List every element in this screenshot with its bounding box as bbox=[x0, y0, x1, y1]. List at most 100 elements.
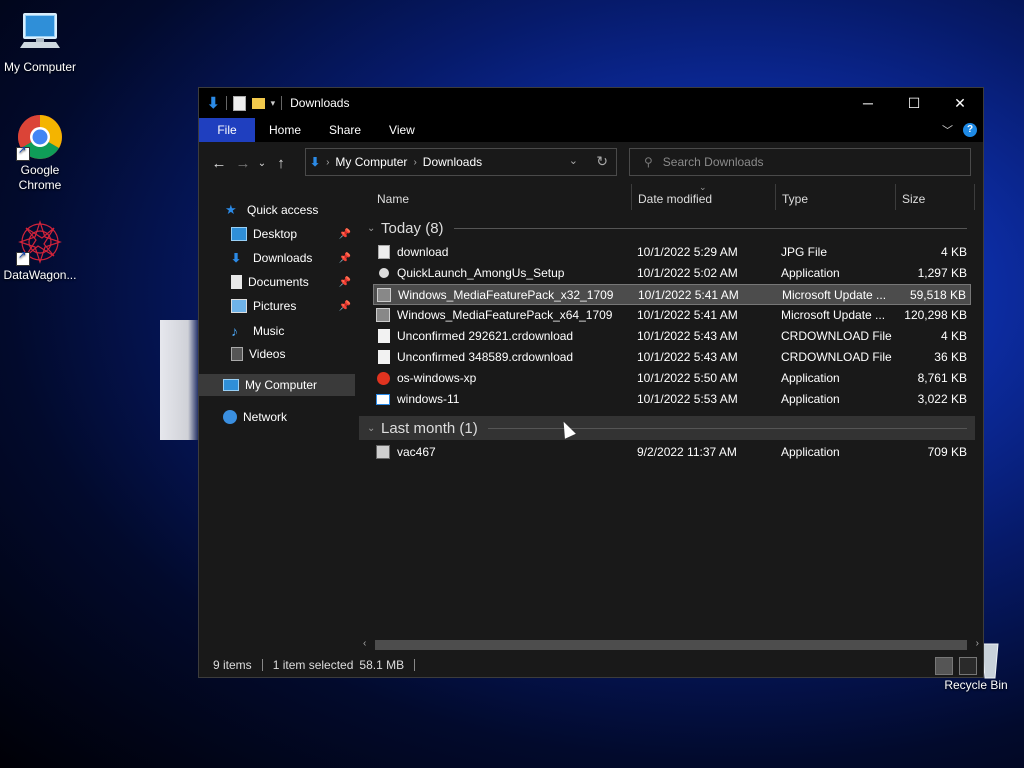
horizontal-scrollbar[interactable]: ‹ › bbox=[359, 637, 983, 653]
pin-icon[interactable]: 📌 bbox=[339, 253, 351, 264]
status-selection: 1 item selected bbox=[272, 658, 354, 672]
desktop-icon-my-computer[interactable]: My Computer bbox=[0, 10, 80, 75]
tab-home[interactable]: Home bbox=[255, 118, 315, 142]
file-explorer-window: ⬇ ▾ Downloads ─ ☐ ✕ File Home Share View… bbox=[198, 87, 984, 678]
file-type: Application bbox=[781, 266, 840, 280]
group-header-today[interactable]: ⌄ Today (8) bbox=[359, 216, 975, 240]
computer-icon bbox=[16, 10, 64, 58]
star-icon: ★ bbox=[225, 202, 237, 217]
desktop-icon-google-chrome[interactable]: Google Chrome bbox=[0, 113, 80, 193]
nav-item-documents[interactable]: Documents 📌 bbox=[231, 271, 355, 293]
file-row[interactable]: Unconfirmed 292621.crdownload 10/1/2022 … bbox=[373, 326, 971, 347]
group-header-last-month[interactable]: ⌄ Last month (1) bbox=[359, 416, 975, 440]
file-name: Unconfirmed 348589.crdownload bbox=[397, 350, 574, 364]
desktop-icon-datawagon[interactable]: DataWagon... bbox=[0, 218, 80, 283]
pin-icon[interactable]: 📌 bbox=[339, 301, 351, 312]
status-divider bbox=[414, 659, 416, 671]
vertical-scrollbar[interactable] bbox=[975, 184, 983, 637]
large-icons-view-icon[interactable] bbox=[959, 657, 977, 675]
back-arrow-icon[interactable]: ← bbox=[207, 155, 231, 172]
recent-locations-chevron-icon[interactable]: ⌄ bbox=[255, 158, 269, 169]
scrollbar-thumb[interactable] bbox=[375, 640, 967, 650]
forward-arrow-icon[interactable]: → bbox=[231, 155, 255, 172]
download-arrow-icon: ⬇ bbox=[231, 251, 242, 265]
update-package-icon bbox=[377, 288, 391, 302]
expand-ribbon-chevron-icon[interactable]: ﹀ bbox=[942, 122, 953, 138]
nav-item-videos[interactable]: Videos bbox=[231, 343, 355, 365]
breadcrumb-downloads[interactable]: Downloads bbox=[423, 155, 482, 169]
nav-item-quick-access[interactable]: ★ Quick access bbox=[225, 199, 318, 221]
search-icon: ⚲ bbox=[644, 155, 653, 169]
chrome-icon bbox=[16, 113, 64, 161]
column-header-date-modified[interactable]: Date modified bbox=[638, 192, 712, 206]
refresh-icon[interactable]: ↻ bbox=[596, 153, 608, 170]
title-bar[interactable]: ⬇ ▾ Downloads ─ ☐ ✕ bbox=[199, 88, 983, 118]
search-box[interactable]: ⚲ Search Downloads bbox=[629, 148, 971, 176]
up-arrow-icon[interactable]: ↑ bbox=[269, 155, 293, 172]
help-icon[interactable]: ? bbox=[963, 123, 977, 137]
pin-icon[interactable]: 📌 bbox=[339, 277, 351, 288]
pin-icon[interactable]: 📌 bbox=[339, 229, 351, 240]
file-date: 10/1/2022 5:41 AM bbox=[638, 288, 739, 302]
column-divider[interactable] bbox=[775, 184, 776, 210]
column-divider[interactable] bbox=[631, 184, 632, 210]
file-type: Application bbox=[781, 371, 840, 385]
file-row[interactable]: windows-11 10/1/2022 5:53 AM Application… bbox=[373, 389, 971, 410]
scroll-left-arrow-icon[interactable]: ‹ bbox=[363, 638, 366, 649]
nav-item-desktop[interactable]: Desktop 📌 bbox=[231, 223, 355, 245]
film-icon bbox=[231, 347, 243, 361]
sort-chevron-icon: ⌄ bbox=[699, 182, 707, 192]
file-row[interactable]: download 10/1/2022 5:29 AM JPG File 4 KB bbox=[373, 242, 971, 263]
file-name: download bbox=[397, 245, 449, 259]
file-row[interactable]: vac467 9/2/2022 11:37 AM Application 709… bbox=[373, 442, 971, 463]
breadcrumb-separator-icon: › bbox=[326, 156, 330, 168]
column-headers: Name Date modified ⌄ Type Size bbox=[359, 182, 975, 212]
nav-item-pictures[interactable]: Pictures 📌 bbox=[231, 295, 355, 317]
view-toggle bbox=[935, 657, 977, 675]
collapse-chevron-icon[interactable]: ⌄ bbox=[367, 423, 375, 434]
column-header-type[interactable]: Type bbox=[782, 192, 808, 206]
new-folder-icon[interactable] bbox=[251, 97, 265, 109]
status-selection-size: 58.1 MB bbox=[359, 658, 405, 672]
maximize-button[interactable]: ☐ bbox=[891, 88, 937, 118]
file-date: 10/1/2022 5:53 AM bbox=[637, 392, 738, 406]
address-bar[interactable]: ⬇ › My Computer › Downloads ⌄ ↻ bbox=[305, 148, 617, 176]
close-button[interactable]: ✕ bbox=[937, 88, 983, 118]
file-row[interactable]: os-windows-xp 10/1/2022 5:50 AM Applicat… bbox=[373, 368, 971, 389]
wallpaper-logo-fragment bbox=[160, 320, 200, 440]
desktop-icon-label: My Computer bbox=[3, 60, 77, 74]
column-header-name[interactable]: Name bbox=[377, 192, 409, 206]
file-date: 10/1/2022 5:43 AM bbox=[637, 350, 738, 364]
minimize-button[interactable]: ─ bbox=[845, 88, 891, 118]
details-view-icon[interactable] bbox=[935, 657, 953, 675]
blank-file-icon bbox=[378, 350, 390, 364]
breadcrumb-my-computer[interactable]: My Computer bbox=[335, 155, 407, 169]
file-row[interactable]: Windows_MediaFeaturePack_x64_1709 10/1/2… bbox=[373, 305, 971, 326]
properties-icon[interactable] bbox=[232, 95, 246, 111]
scroll-right-arrow-icon[interactable]: › bbox=[976, 638, 979, 649]
nav-item-music[interactable]: ♪ Music bbox=[231, 320, 355, 342]
file-row-selected[interactable]: Windows_MediaFeaturePack_x32_1709 10/1/2… bbox=[373, 284, 971, 305]
column-divider[interactable] bbox=[895, 184, 896, 210]
tab-share[interactable]: Share bbox=[315, 118, 375, 142]
file-row[interactable]: QuickLaunch_AmongUs_Setup 10/1/2022 5:02… bbox=[373, 263, 971, 284]
nav-item-downloads[interactable]: ⬇ Downloads 📌 bbox=[231, 247, 355, 269]
address-history-chevron-icon[interactable]: ⌄ bbox=[569, 154, 578, 167]
app-circle-icon bbox=[379, 268, 389, 278]
window-title: Downloads bbox=[290, 96, 350, 110]
file-size: 8,761 KB bbox=[917, 371, 967, 385]
explorer-body: ★ Quick access ♪ Music Desktop 📌 ⬇ Downl… bbox=[199, 182, 983, 653]
tab-view[interactable]: View bbox=[375, 118, 429, 142]
column-header-size[interactable]: Size bbox=[902, 192, 925, 206]
nav-item-label: Network bbox=[243, 410, 288, 424]
nav-item-my-computer[interactable]: My Computer bbox=[199, 374, 355, 396]
window-controls: ─ ☐ ✕ bbox=[845, 88, 983, 118]
customize-toolbar-icon[interactable]: ▾ bbox=[271, 98, 276, 109]
collapse-chevron-icon[interactable]: ⌄ bbox=[367, 223, 375, 234]
file-size: 4 KB bbox=[940, 245, 967, 259]
tab-file[interactable]: File bbox=[199, 118, 255, 142]
file-type: CRDOWNLOAD File bbox=[781, 350, 892, 364]
file-size: 4 KB bbox=[940, 329, 967, 343]
file-row[interactable]: Unconfirmed 348589.crdownload 10/1/2022 … bbox=[373, 347, 971, 368]
nav-item-network[interactable]: Network bbox=[223, 406, 287, 428]
